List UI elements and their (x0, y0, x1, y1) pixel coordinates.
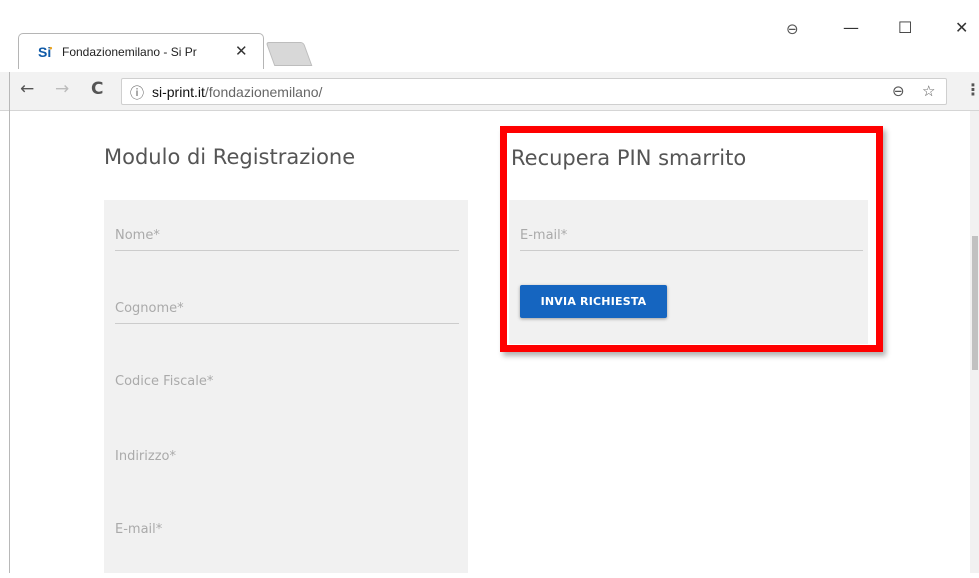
highlight-box (500, 126, 883, 352)
browser-tab[interactable]: Si• Fondazionemilano - Si Pr ✕ (18, 33, 264, 69)
name-field[interactable]: Nome* (115, 228, 459, 284)
maximize-icon[interactable]: ☐ (898, 18, 912, 37)
tax-code-field-label: Codice Fiscale* (115, 374, 214, 389)
registration-title: Modulo di Registrazione (104, 145, 356, 169)
tab-close-icon[interactable]: ✕ (235, 42, 248, 60)
surname-field[interactable]: Cognome* (115, 301, 459, 357)
url-path: /fondazionemilano/ (204, 84, 323, 100)
name-field-label: Nome* (115, 228, 160, 243)
email-field-label: E-mail* (115, 522, 163, 537)
back-arrow-icon[interactable]: ← (20, 79, 34, 99)
field-underline (115, 250, 459, 251)
info-icon[interactable]: ⓘ (130, 83, 144, 103)
zoom-icon[interactable]: ⊖ (892, 82, 905, 100)
minimize-icon[interactable]: — (843, 18, 859, 37)
scrollbar-thumb[interactable] (972, 236, 978, 370)
forward-arrow-icon[interactable]: → (55, 79, 69, 99)
tax-code-field[interactable]: Codice Fiscale* (115, 374, 459, 430)
email-field[interactable]: E-mail* (115, 522, 459, 578)
window-border (9, 72, 10, 573)
address-field-label: Indirizzo* (115, 449, 176, 464)
address-bar[interactable]: ⓘ si-print.it/fondazionemilano/ ⊖ ☆ (121, 78, 947, 105)
tab-title: Fondazionemilano - Si Pr (62, 45, 197, 59)
url-host: si-print.it (152, 84, 205, 100)
bookmark-star-icon[interactable]: ☆ (922, 82, 935, 100)
close-window-icon[interactable]: ✕ (955, 18, 968, 37)
url-text[interactable]: si-print.it/fondazionemilano/ (152, 84, 322, 100)
field-underline (115, 323, 459, 324)
surname-field-label: Cognome* (115, 301, 184, 316)
reload-icon[interactable]: C (91, 79, 103, 99)
site-logo-icon: Si• (38, 43, 53, 60)
browser-menu-icon[interactable]: ⋮ (965, 80, 979, 99)
address-field[interactable]: Indirizzo* (115, 449, 459, 505)
account-icon[interactable]: ⊖ (786, 20, 799, 38)
